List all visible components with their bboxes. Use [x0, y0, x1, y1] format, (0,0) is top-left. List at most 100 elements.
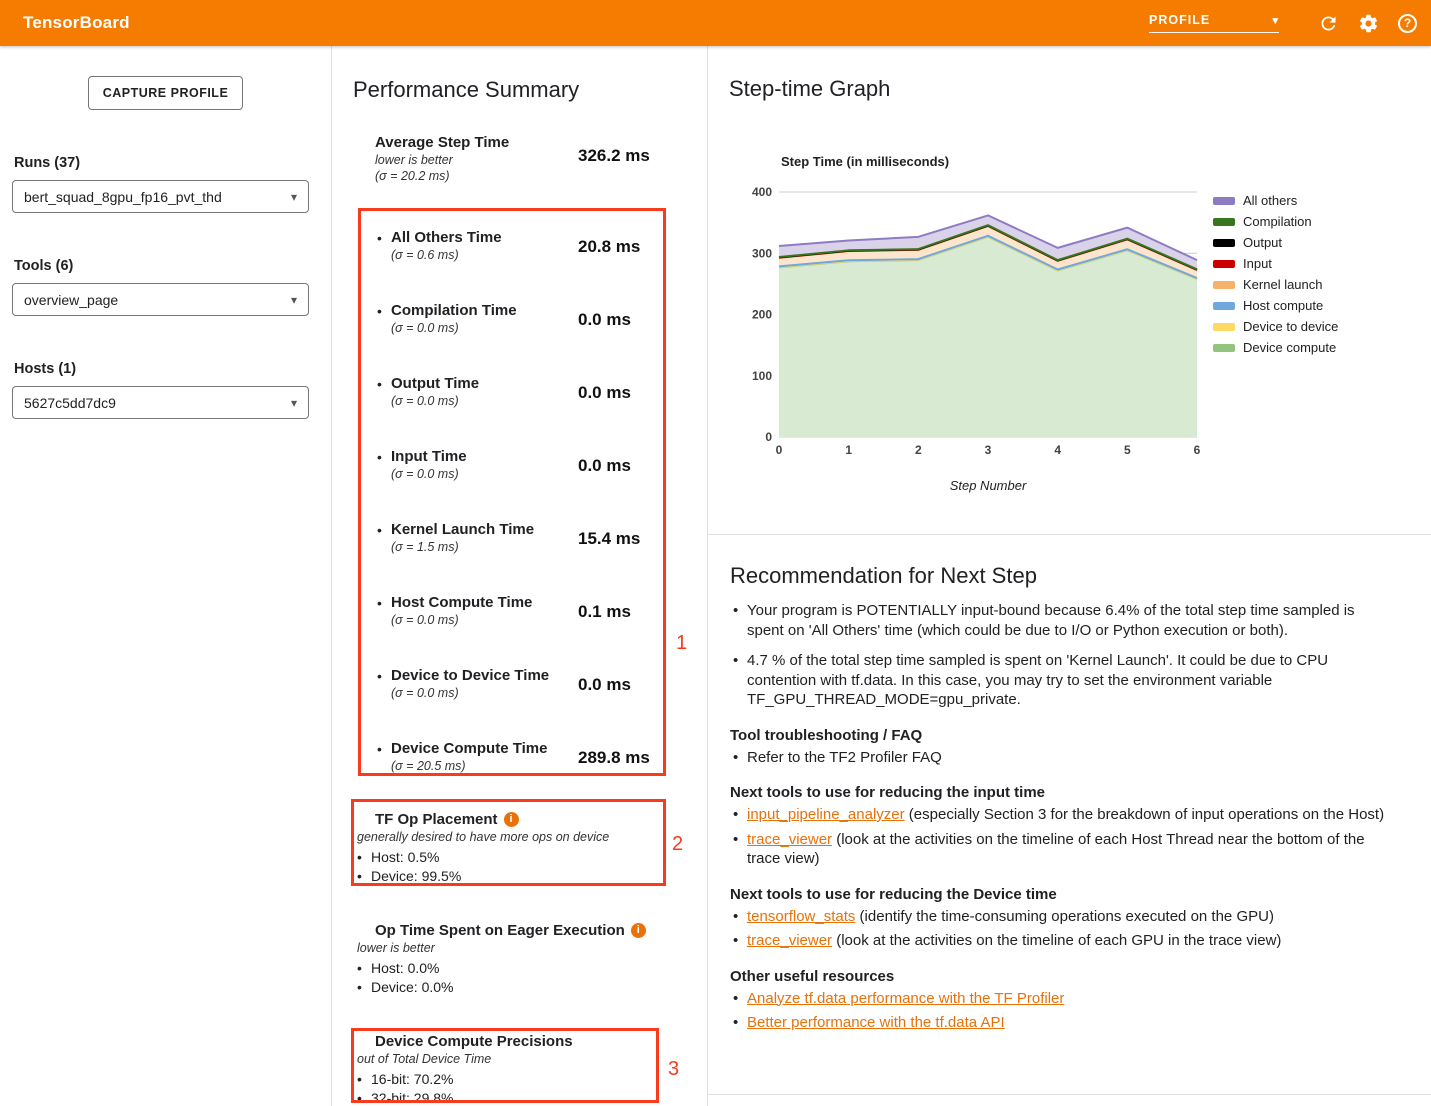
legend-item: Output [1213, 232, 1338, 253]
list-item-text: (identify the time-consuming operations … [855, 908, 1274, 925]
metric-sigma: (σ = 20.2 ms) [375, 168, 687, 184]
list-item: 16-bit: 70.2% [357, 1070, 677, 1089]
recommendation-bullet: 4.7 % of the total step time sampled is … [730, 651, 1390, 710]
svg-text:0: 0 [776, 443, 783, 457]
topbar: TensorBoard PROFILE [0, 0, 1431, 46]
metric-row-compilation: Compilation Time (σ = 0.0 ms) 0.0 ms [375, 302, 687, 336]
legend-label: Kernel launch [1243, 277, 1323, 292]
svg-text:0: 0 [765, 430, 772, 444]
legend-swatch [1213, 218, 1235, 226]
metric-row-device-to-device: Device to Device Time (σ = 0.0 ms) 0.0 m… [375, 667, 687, 701]
list-item: Host: 0.0% [357, 959, 677, 978]
device-tools-heading: Next tools to use for reducing the Devic… [730, 886, 1411, 903]
metric-sigma: (σ = 0.0 ms) [391, 685, 687, 701]
list-item: 32-bit: 29.8% [357, 1089, 677, 1106]
svg-text:300: 300 [752, 246, 772, 260]
svg-text:1: 1 [845, 443, 852, 457]
metric-value: 0.0 ms [578, 310, 631, 330]
metric-value: 20.8 ms [578, 237, 640, 257]
metric-label: Host Compute Time [391, 594, 687, 612]
step-time-graph-title: Step-time Graph [729, 76, 890, 102]
list-item-text: (especially Section 3 for the breakdown … [905, 806, 1384, 823]
metric-sigma: (σ = 0.0 ms) [391, 612, 687, 628]
runs-label: Runs (37) [14, 155, 331, 171]
legend-swatch [1213, 239, 1235, 247]
metric-label: Device to Device Time [391, 667, 687, 685]
help-icon[interactable] [1398, 14, 1417, 33]
legend-label: Device compute [1243, 340, 1336, 355]
performance-summary-title: Performance Summary [353, 77, 579, 103]
block-title-text: Op Time Spent on Eager Execution [375, 921, 625, 940]
right-panel: Step-time Graph Step Time (in millisecon… [708, 46, 1431, 1106]
legend-swatch [1213, 281, 1235, 289]
hosts-dropdown[interactable]: 5627c5dd7dc9 [12, 386, 309, 419]
chevron-down-icon [1272, 13, 1279, 27]
sidebar: CAPTURE PROFILE Runs (37) bert_squad_8gp… [0, 46, 332, 1106]
capture-profile-button[interactable]: CAPTURE PROFILE [88, 76, 243, 110]
legend-item: All others [1213, 190, 1338, 211]
legend-swatch [1213, 302, 1235, 310]
svg-text:4: 4 [1054, 443, 1061, 457]
info-icon[interactable] [504, 812, 519, 827]
tools-label: Tools (6) [14, 258, 331, 274]
dashboard-select[interactable]: PROFILE [1149, 13, 1279, 33]
block-title-text: TF Op Placement [375, 810, 498, 829]
performance-summary-panel: Performance Summary Average Step Time lo… [332, 46, 708, 1106]
metric-row-input: Input Time (σ = 0.0 ms) 0.0 ms [375, 448, 687, 482]
legend-label: All others [1243, 193, 1297, 208]
section-divider [708, 1094, 1431, 1095]
recommendation-title: Recommendation for Next Step [730, 563, 1411, 589]
metric-row-device-compute: Device Compute Time (σ = 20.5 ms) 289.8 … [375, 740, 687, 774]
legend-item: Device compute [1213, 337, 1338, 358]
metric-sigma: (σ = 0.6 ms) [391, 247, 687, 263]
metric-label: Compilation Time [391, 302, 687, 320]
tfdata-api-link[interactable]: Better performance with the tf.data API [747, 1014, 1005, 1031]
step-time-chart: 01002003004000123456 [740, 166, 1210, 471]
legend-label: Device to device [1243, 319, 1338, 334]
svg-text:2: 2 [915, 443, 922, 457]
metric-value: 289.8 ms [578, 748, 650, 768]
list-item: Device: 99.5% [357, 867, 677, 886]
info-icon[interactable] [631, 923, 646, 938]
trace-viewer-link[interactable]: trace_viewer [747, 831, 832, 848]
chart-legend: All others Compilation Output Input Kernel l… [1213, 190, 1338, 358]
tools-dropdown-value: overview_page [24, 292, 118, 308]
input-pipeline-analyzer-link[interactable]: input_pipeline_analyzer [747, 806, 905, 823]
metric-row-host-compute: Host Compute Time (σ = 0.0 ms) 0.1 ms [375, 594, 687, 628]
metric-label: Output Time [391, 375, 687, 393]
metric-value: 15.4 ms [578, 529, 640, 549]
list-item: Analyze tf.data performance with the TF … [730, 989, 1390, 1009]
resources-heading: Other useful resources [730, 968, 1411, 985]
metric-label: All Others Time [391, 229, 687, 247]
block-note: out of Total Device Time [357, 1051, 677, 1068]
tools-dropdown[interactable]: overview_page [12, 283, 309, 316]
tfdata-profiler-link[interactable]: Analyze tf.data performance with the TF … [747, 990, 1064, 1007]
legend-swatch [1213, 197, 1235, 205]
x-axis-label: Step Number [779, 478, 1197, 493]
legend-label: Input [1243, 256, 1272, 271]
reload-icon[interactable] [1318, 13, 1339, 34]
metric-sigma: (σ = 0.0 ms) [391, 320, 687, 336]
chevron-down-icon [291, 188, 297, 206]
list-item: Better performance with the tf.data API [730, 1013, 1390, 1033]
runs-dropdown[interactable]: bert_squad_8gpu_fp16_pvt_thd [12, 180, 309, 213]
metric-sigma: (σ = 0.0 ms) [391, 466, 687, 482]
list-item: trace_viewer (look at the activities on … [730, 931, 1390, 951]
chevron-down-icon [291, 394, 297, 412]
block-note: lower is better [357, 940, 677, 957]
tensorflow-stats-link[interactable]: tensorflow_stats [747, 908, 855, 925]
metric-label: Kernel Launch Time [391, 521, 687, 539]
legend-item: Host compute [1213, 295, 1338, 316]
legend-label: Output [1243, 235, 1282, 250]
faq-heading: Tool troubleshooting / FAQ [730, 727, 1411, 744]
metric-value: 0.1 ms [578, 602, 631, 622]
input-tools-heading: Next tools to use for reducing the input… [730, 784, 1411, 801]
annotation-label-2: 2 [672, 833, 683, 856]
legend-swatch [1213, 260, 1235, 268]
topbar-right: PROFILE [1149, 13, 1431, 34]
legend-item: Compilation [1213, 211, 1338, 232]
trace-viewer-link[interactable]: trace_viewer [747, 932, 832, 949]
chevron-down-icon [291, 291, 297, 309]
svg-text:3: 3 [985, 443, 992, 457]
settings-gear-icon[interactable] [1358, 13, 1379, 34]
